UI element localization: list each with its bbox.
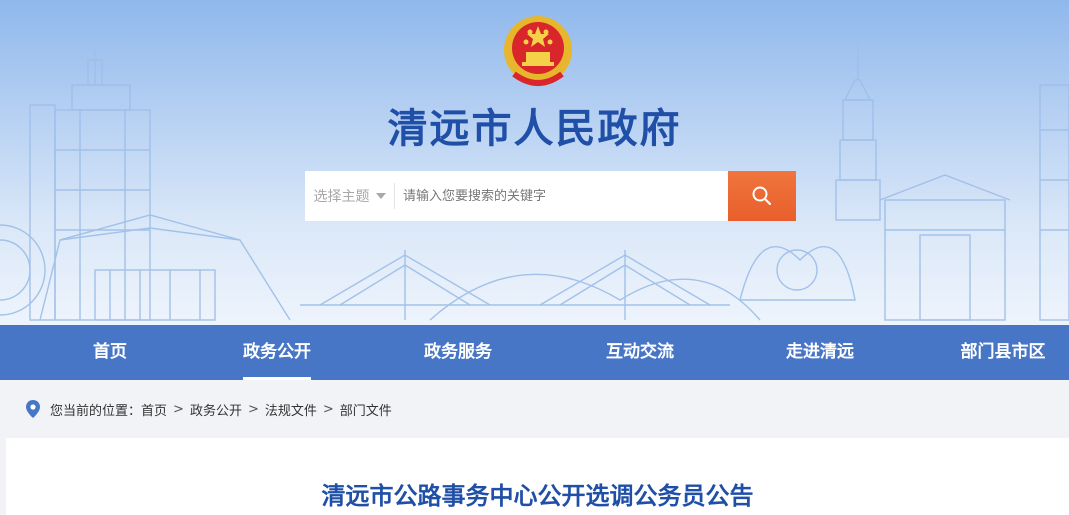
search-bar: 选择主题: [305, 171, 796, 221]
article-title: 清远市公路事务中心公开选调公务员公告: [321, 482, 754, 510]
breadcrumb-item-department-files[interactable]: 部门文件: [340, 400, 392, 419]
search-input[interactable]: [395, 171, 728, 221]
national-emblem-icon: [504, 16, 572, 86]
location-pin-icon: [26, 400, 40, 418]
page: 清远市人民政府 选择主题 首页 政务公开 政务服务 互动交流 走进清远 部门县市…: [0, 0, 1069, 515]
topic-select[interactable]: 选择主题: [305, 183, 395, 209]
nav-item-home[interactable]: 首页: [70, 325, 150, 380]
breadcrumb-item-government-affairs[interactable]: 政务公开: [190, 400, 242, 419]
breadcrumb-separator: >: [247, 401, 259, 417]
nav-item-interaction[interactable]: 互动交流: [600, 325, 680, 380]
nav-item-departments[interactable]: 部门县市区: [953, 325, 1053, 380]
breadcrumb-prefix: 您当前的位置：: [50, 403, 142, 419]
main-nav: 首页 政务公开 政务服务 互动交流 走进清远 部门县市区: [0, 325, 1069, 380]
header-banner: 清远市人民政府 选择主题: [0, 0, 1069, 325]
search-button[interactable]: [728, 171, 796, 221]
nav-item-services[interactable]: 政务服务: [418, 325, 498, 380]
nav-item-about-qingyuan[interactable]: 走进清远: [780, 325, 860, 380]
breadcrumb-item-regulations[interactable]: 法规文件: [265, 400, 317, 419]
site-title: 清远市人民政府: [387, 106, 682, 152]
breadcrumb-separator: >: [322, 401, 334, 417]
breadcrumb-separator: >: [173, 401, 184, 417]
breadcrumb-item-home[interactable]: 首页: [141, 400, 167, 419]
topic-select-label: 选择主题: [313, 189, 370, 205]
search-icon: [752, 186, 772, 206]
nav-item-government-affairs[interactable]: 政务公开: [243, 325, 311, 380]
article-container: 清远市公路事务中心公开选调公务员公告: [6, 438, 1069, 515]
chevron-down-icon: [375, 193, 386, 199]
breadcrumb: 您当前的位置： 首页 > 政务公开 > 法规文件 > 部门文件: [0, 380, 1069, 438]
